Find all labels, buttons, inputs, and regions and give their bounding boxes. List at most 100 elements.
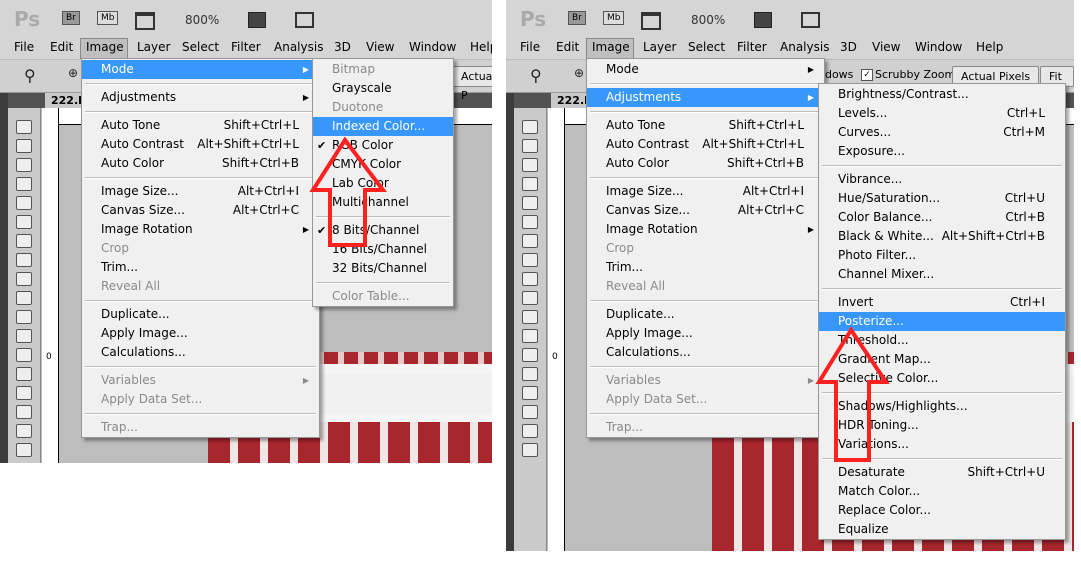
healing-tool-icon[interactable] [16, 234, 32, 248]
zoom-in-icon[interactable]: ⊕ [68, 66, 78, 80]
brush-tool-icon[interactable] [16, 253, 32, 267]
menu-item-auto-tone[interactable]: Auto Tone Shift+Ctrl+L [82, 116, 319, 135]
history-brush-tool-icon[interactable] [522, 291, 538, 305]
menu-item-image-size[interactable]: Image Size... Alt+Ctrl+I [82, 182, 319, 201]
type-tool-icon[interactable] [16, 405, 32, 419]
menu-item-invert[interactable]: Invert Ctrl+I [819, 293, 1065, 312]
scrubby-zoom-checkbox[interactable]: ✓ [861, 69, 873, 81]
blur-tool-icon[interactable] [522, 348, 538, 362]
menu-item-mode[interactable]: Mode ▶ [82, 60, 319, 79]
view-extras-icon[interactable] [135, 12, 155, 30]
zoom-level-dropdown[interactable]: 800% [691, 13, 725, 27]
menu-window[interactable]: Window [409, 40, 456, 54]
lasso-tool-icon[interactable] [16, 158, 32, 172]
arrange-documents-icon[interactable] [754, 12, 772, 28]
menu-help[interactable]: Help [976, 40, 1003, 54]
pen-tool-icon[interactable] [522, 386, 538, 400]
menu-item-trim[interactable]: Trim... [82, 258, 319, 277]
menu-item-apply-image[interactable]: Apply Image... [587, 324, 824, 343]
stamp-tool-icon[interactable] [522, 272, 538, 286]
menu-3d[interactable]: 3D [840, 40, 857, 54]
dodge-tool-icon[interactable] [16, 367, 32, 381]
shape-tool-icon[interactable] [16, 443, 32, 457]
type-tool-icon[interactable] [522, 405, 538, 419]
menu-item-match-color[interactable]: Match Color... [819, 482, 1065, 501]
bucket-tool-icon[interactable] [16, 329, 32, 343]
menu-file[interactable]: File [14, 40, 34, 54]
menu-edit[interactable]: Edit [556, 40, 579, 54]
bucket-tool-icon[interactable] [522, 329, 538, 343]
view-extras-icon[interactable] [641, 12, 661, 30]
menu-3d[interactable]: 3D [334, 40, 351, 54]
crop-tool-icon[interactable] [522, 196, 538, 210]
quick-select-tool-icon[interactable] [16, 177, 32, 191]
dodge-tool-icon[interactable] [522, 367, 538, 381]
menu-layer[interactable]: Layer [137, 40, 170, 54]
eyedropper-tool-icon[interactable] [16, 215, 32, 229]
menu-item-selective-color[interactable]: Selective Color... [819, 369, 1065, 388]
menu-analysis[interactable]: Analysis [780, 40, 829, 54]
menu-item-equalize[interactable]: Equalize [819, 520, 1065, 539]
lasso-tool-icon[interactable] [522, 158, 538, 172]
pen-tool-icon[interactable] [16, 386, 32, 400]
menu-item-duplicate[interactable]: Duplicate... [587, 305, 824, 324]
menu-item-grayscale[interactable]: Grayscale [313, 79, 453, 98]
menu-item-hdr-toning[interactable]: HDR Toning... [819, 416, 1065, 435]
menu-item-duplicate[interactable]: Duplicate... [82, 305, 319, 324]
menu-item-rgb-color[interactable]: ✔ RGB Color [313, 136, 453, 155]
menu-item-mode[interactable]: Mode ▶ [587, 60, 824, 79]
menu-select[interactable]: Select [688, 40, 725, 54]
menu-image[interactable]: Image [86, 40, 124, 54]
menu-item-indexed-color[interactable]: Indexed Color... [313, 117, 453, 136]
mini-bridge-button[interactable]: Mb [97, 11, 119, 25]
shape-tool-icon[interactable] [522, 443, 538, 457]
healing-tool-icon[interactable] [522, 234, 538, 248]
menu-item-image-size[interactable]: Image Size... Alt+Ctrl+I [587, 182, 824, 201]
mini-bridge-button[interactable]: Mb [603, 11, 625, 25]
menu-analysis[interactable]: Analysis [274, 40, 323, 54]
blur-tool-icon[interactable] [16, 348, 32, 362]
bridge-button[interactable]: Br [62, 11, 80, 25]
menu-item-32-bits-channel[interactable]: 32 Bits/Channel [313, 259, 453, 278]
menu-item-channel-mixer[interactable]: Channel Mixer... [819, 265, 1065, 284]
marquee-tool-icon[interactable] [522, 139, 538, 153]
menu-item-canvas-size[interactable]: Canvas Size... Alt+Ctrl+C [587, 201, 824, 220]
eraser-tool-icon[interactable] [522, 310, 538, 324]
menu-file[interactable]: File [520, 40, 540, 54]
path-select-tool-icon[interactable] [16, 424, 32, 438]
menu-item-brightness-contrast[interactable]: Brightness/Contrast... [819, 85, 1065, 104]
menu-item-photo-filter[interactable]: Photo Filter... [819, 246, 1065, 265]
path-select-tool-icon[interactable] [522, 424, 538, 438]
menu-item-vibrance[interactable]: Vibrance... [819, 170, 1065, 189]
menu-item-canvas-size[interactable]: Canvas Size... Alt+Ctrl+C [82, 201, 319, 220]
move-tool-icon[interactable] [16, 120, 32, 134]
menu-item-lab-color[interactable]: Lab Color [313, 174, 453, 193]
menu-item-adjustments[interactable]: Adjustments ▶ [587, 88, 824, 107]
menu-view[interactable]: View [366, 40, 394, 54]
menu-item-posterize[interactable]: Posterize... [819, 312, 1065, 331]
menu-item-image-rotation[interactable]: Image Rotation ▶ [82, 220, 319, 239]
menu-item-auto-color[interactable]: Auto Color Shift+Ctrl+B [587, 154, 824, 173]
menu-item-curves[interactable]: Curves... Ctrl+M [819, 123, 1065, 142]
menu-select[interactable]: Select [182, 40, 219, 54]
bridge-button[interactable]: Br [568, 11, 586, 25]
crop-tool-icon[interactable] [16, 196, 32, 210]
eraser-tool-icon[interactable] [16, 310, 32, 324]
brush-tool-icon[interactable] [522, 253, 538, 267]
menu-item-replace-color[interactable]: Replace Color... [819, 501, 1065, 520]
menu-item-multichannel[interactable]: Multichannel [313, 193, 453, 212]
menu-item-variations[interactable]: Variations... [819, 435, 1065, 454]
arrange-documents-icon[interactable] [248, 12, 266, 28]
screen-mode-icon[interactable] [295, 12, 314, 28]
menu-item-16-bits-channel[interactable]: 16 Bits/Channel [313, 240, 453, 259]
menu-item-calculations[interactable]: Calculations... [587, 343, 824, 362]
menu-view[interactable]: View [872, 40, 900, 54]
menu-item-gradient-map[interactable]: Gradient Map... [819, 350, 1065, 369]
marquee-tool-icon[interactable] [16, 139, 32, 153]
move-tool-icon[interactable] [522, 120, 538, 134]
screen-mode-icon[interactable] [801, 12, 820, 28]
menu-edit[interactable]: Edit [50, 40, 73, 54]
menu-item-auto-contrast[interactable]: Auto Contrast Alt+Shift+Ctrl+L [82, 135, 319, 154]
history-brush-tool-icon[interactable] [16, 291, 32, 305]
menu-image[interactable]: Image [592, 40, 630, 54]
